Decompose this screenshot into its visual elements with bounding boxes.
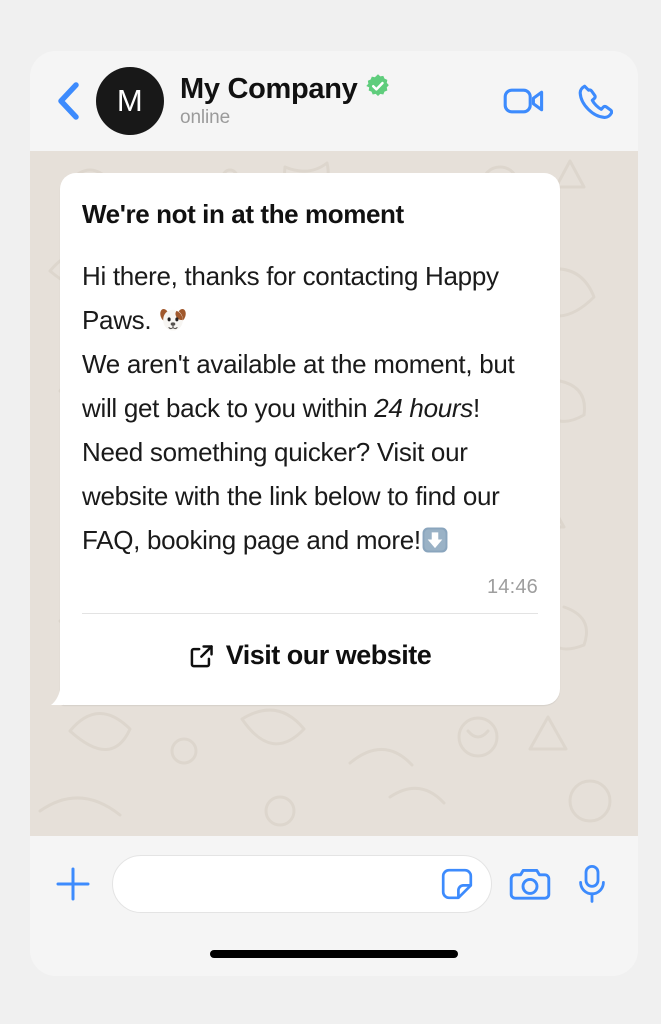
- avatar[interactable]: M: [96, 67, 164, 135]
- message-bubble[interactable]: We're not in at the moment Hi there, tha…: [51, 173, 560, 705]
- avatar-initial: M: [116, 83, 144, 118]
- video-camera-icon: [503, 88, 544, 114]
- contact-info[interactable]: My Company online: [180, 73, 494, 129]
- contact-name-row: My Company: [180, 73, 494, 106]
- timestamp-row: 14:46: [82, 576, 538, 599]
- verified-badge-icon: [366, 73, 390, 96]
- composer-bar: [30, 836, 638, 976]
- message-row: We're not in at the moment Hi there, tha…: [51, 173, 560, 705]
- visit-website-button[interactable]: Visit our website: [82, 614, 538, 687]
- header-actions: [502, 79, 616, 123]
- message-text: Hi there, thanks for contacting Happy Pa…: [82, 254, 538, 562]
- sticker-button[interactable]: [437, 864, 477, 904]
- microphone-icon: [579, 865, 605, 903]
- message-title: We're not in at the moment: [82, 199, 404, 229]
- camera-icon: [509, 868, 551, 900]
- down-arrow-emoji: [422, 527, 448, 553]
- sticker-icon: [441, 868, 473, 900]
- composer-row: [30, 836, 638, 932]
- attach-button[interactable]: [48, 859, 98, 909]
- phone-frame: M My Company online We're not in at the …: [30, 51, 638, 976]
- message-input[interactable]: [135, 870, 437, 898]
- bubble-tail: [51, 683, 63, 705]
- microphone-button[interactable]: [568, 860, 616, 908]
- chevron-left-icon: [58, 82, 79, 120]
- visit-website-label: Visit our website: [225, 640, 432, 670]
- camera-button[interactable]: [506, 860, 554, 908]
- chat-canvas: We're not in at the moment Hi there, tha…: [30, 151, 638, 836]
- message-input-container[interactable]: [112, 855, 492, 913]
- voice-call-button[interactable]: [572, 79, 616, 123]
- dog-face-emoji: [160, 308, 186, 331]
- home-indicator-area: [30, 932, 638, 976]
- message-timestamp: 14:46: [486, 576, 538, 598]
- plus-icon: [56, 867, 90, 901]
- back-button[interactable]: [46, 79, 90, 123]
- external-link-icon: [190, 644, 213, 667]
- message-text-part-1: Hi there, thanks for contacting Happy Pa…: [82, 261, 506, 335]
- video-call-button[interactable]: [502, 79, 546, 123]
- phone-icon: [578, 84, 613, 119]
- contact-status: online: [180, 107, 231, 128]
- chat-header: M My Company online: [30, 51, 638, 151]
- home-indicator-bar[interactable]: [210, 950, 458, 958]
- message-text-emphasis: 24 hours: [374, 393, 473, 423]
- page-title: My Company: [180, 73, 358, 105]
